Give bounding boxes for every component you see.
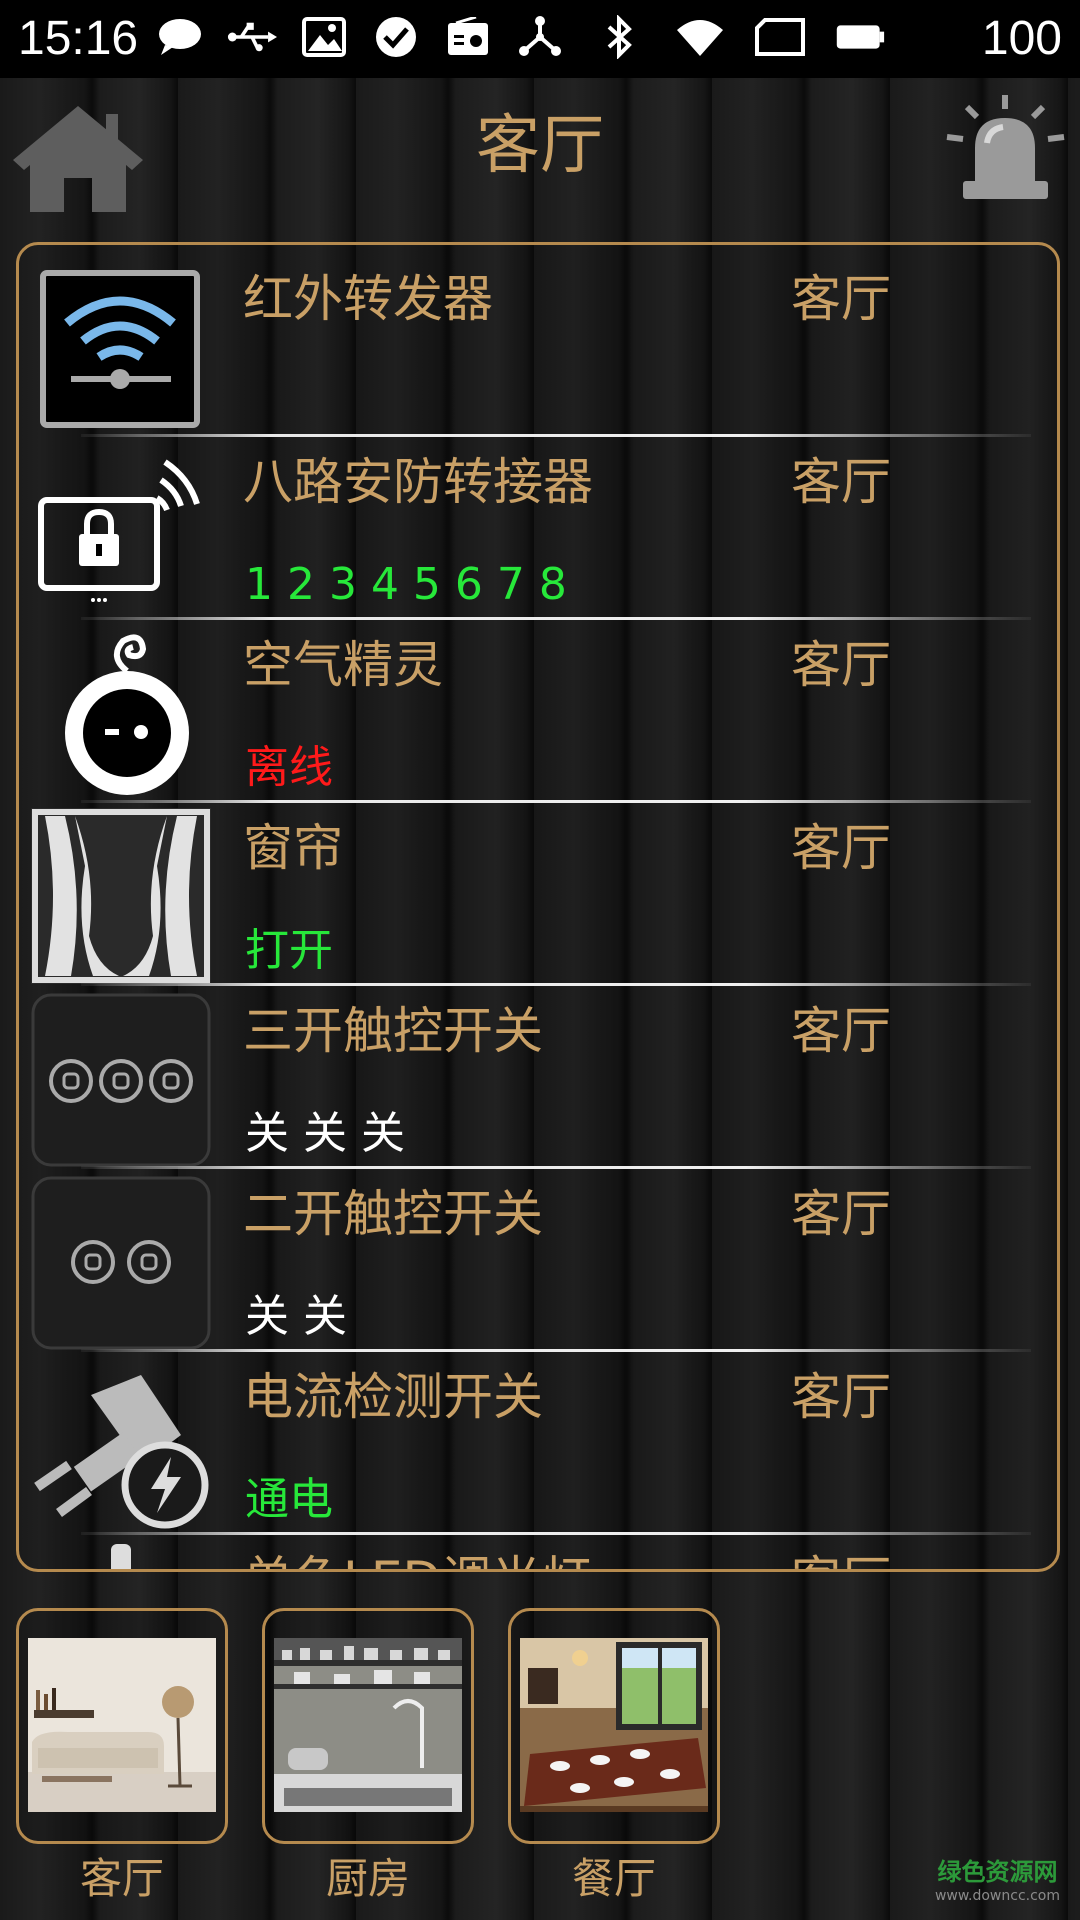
switch-status: 关 关 关: [245, 1108, 405, 1159]
curtain-icon: [31, 806, 211, 984]
share-icon: [515, 14, 565, 60]
double-switch-icon: [31, 1172, 211, 1350]
alarm-button[interactable]: [943, 93, 1068, 208]
row-divider: [81, 434, 1031, 437]
image-icon: [299, 14, 349, 60]
room-card-dining-room[interactable]: [508, 1608, 720, 1844]
check-icon: [371, 14, 421, 60]
device-room: 客厅: [791, 270, 891, 328]
battery-level: 100: [981, 12, 1062, 65]
device-room: 客厅: [791, 1368, 891, 1426]
device-row[interactable]: 八路安防转接器 客厅 1 2 3 4 5 6 7 8: [31, 438, 1031, 620]
row-divider: [81, 1166, 1031, 1169]
row-divider: [81, 800, 1031, 803]
living-room-photo: [28, 1638, 216, 1812]
device-room: 客厅: [791, 1002, 891, 1060]
device-room: 客厅: [791, 636, 891, 694]
device-name: 八路安防转接器: [243, 453, 593, 511]
page-title: 客厅: [476, 109, 604, 183]
watermark-title: 绿色资源网: [937, 1858, 1058, 1886]
notification-icons: [155, 14, 565, 60]
device-room: 客厅: [791, 453, 891, 511]
air-sprite-icon: [31, 623, 211, 801]
current-plug-icon: [31, 1355, 211, 1533]
device-list[interactable]: 红外转发器 客厅 八路安防转接器 客厅 1 2 3 4 5 6 7 8 空气精灵…: [16, 242, 1060, 1572]
room-label: 餐厅: [571, 1854, 656, 1903]
watermark-url: www.downcc.com: [934, 1888, 1060, 1904]
device-row[interactable]: 红外转发器 客厅: [31, 255, 1031, 437]
device-row[interactable]: 三开触控开关 客厅 关 关 关: [31, 987, 1031, 1169]
system-icons: [595, 14, 885, 60]
bluetooth-icon: [595, 14, 645, 60]
row-divider: [81, 983, 1031, 986]
room-card-kitchen[interactable]: [262, 1608, 474, 1844]
chat-icon: [155, 14, 205, 60]
room-label: 厨房: [325, 1854, 410, 1903]
sim-icon: [755, 14, 805, 60]
dining-room-photo: [520, 1638, 708, 1812]
radio-icon: [443, 14, 493, 60]
status-time: 15:16: [18, 12, 139, 65]
device-row[interactable]: 二开触控开关 客厅 关 关: [31, 1170, 1031, 1352]
device-name: 三开触控开关: [243, 1002, 543, 1060]
usb-icon: [227, 14, 277, 60]
row-divider: [81, 1532, 1031, 1535]
ir-transmitter-icon: [31, 257, 211, 435]
room-label: 客厅: [79, 1854, 164, 1903]
top-bar: 客厅: [0, 78, 1080, 228]
device-name: 窗帘: [243, 819, 343, 877]
device-room: 客厅: [791, 1185, 891, 1243]
device-row[interactable]: 电流检测开关 客厅 通电: [31, 1353, 1031, 1535]
device-room: 客厅: [791, 1550, 891, 1569]
switch-status: 关 关: [245, 1291, 347, 1342]
device-row[interactable]: 窗帘 客厅 打开: [31, 804, 1031, 986]
watermark: 绿色资源网 www.downcc.com: [935, 1860, 1060, 1908]
room-card-living-room[interactable]: [16, 1608, 228, 1844]
device-name: 空气精灵: [243, 636, 443, 694]
device-name: 红外转发器: [243, 270, 493, 328]
device-name: 电流检测开关: [243, 1368, 543, 1426]
device-status: 打开: [245, 925, 333, 976]
alarm-siren-icon: [946, 95, 1065, 199]
room-selector: 客厅 厨房 餐厅: [0, 1605, 1080, 1920]
device-name: 二开触控开关: [243, 1185, 543, 1243]
device-name: 单色LED调光灯: [243, 1550, 591, 1569]
row-divider: [81, 1349, 1031, 1352]
triple-switch-icon: [31, 989, 211, 1167]
status-bar: 15:16 100: [0, 0, 1080, 78]
device-room: 客厅: [791, 819, 891, 877]
led-light-icon: [31, 1538, 211, 1569]
device-status: 通电: [245, 1474, 333, 1525]
wifi-icon: [675, 14, 725, 60]
security-adapter-icon: [31, 440, 211, 618]
kitchen-photo: [274, 1638, 462, 1812]
row-divider: [81, 617, 1031, 620]
device-row[interactable]: 空气精灵 客厅 离线: [31, 621, 1031, 803]
device-status: 离线: [245, 742, 333, 793]
zone-status: 1 2 3 4 5 6 7 8: [245, 559, 567, 610]
battery-icon: [835, 14, 885, 60]
device-row[interactable]: 单色LED调光灯 客厅: [31, 1536, 1031, 1569]
